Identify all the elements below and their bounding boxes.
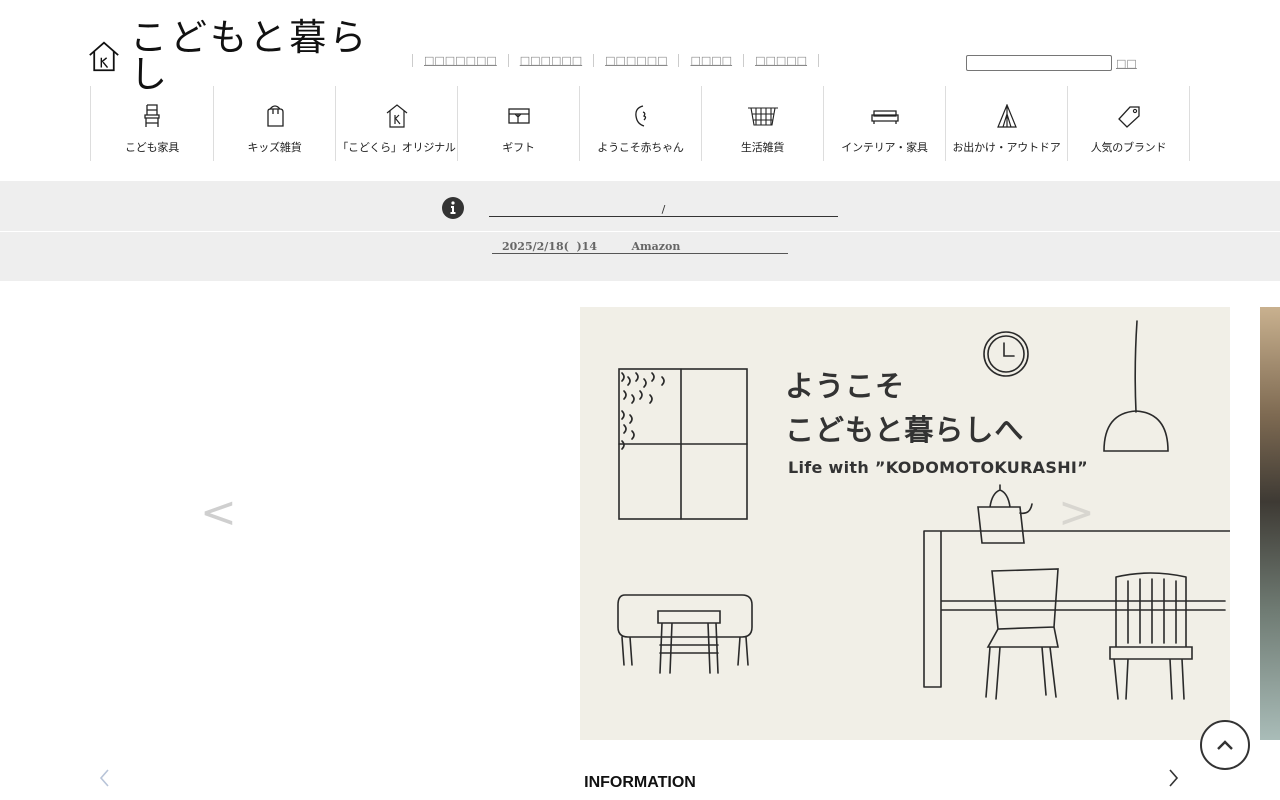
category-label: 人気のブランド [1090, 141, 1167, 154]
category-outdoor[interactable]: お出かけ・アウトドア [946, 86, 1068, 161]
hero-heading: こどもと暮らしへ [785, 413, 1025, 447]
category-kids-goods[interactable]: キッズ雑貨 [214, 86, 336, 161]
hero-heading: ようこそ [785, 369, 906, 403]
search-form: □□ [966, 55, 1137, 71]
chevron-up-icon [1217, 740, 1233, 750]
house-logo-icon [89, 41, 119, 72]
category-label: キッズ雑貨 [247, 141, 302, 154]
slider-next-arrow[interactable]: > [1058, 491, 1095, 535]
category-original[interactable]: 「こどくら」オリジナル [336, 86, 458, 161]
info-icon [442, 197, 464, 219]
category-label: お出かけ・アウトドア [952, 141, 1061, 154]
header-link[interactable]: □□□□□□ [593, 54, 678, 67]
tag-icon [1117, 106, 1140, 128]
category-nav: こども家具 キッズ雑貨 「こどくら」オリジナル ギフト ようこそ赤ちゃん 生活雑… [90, 86, 1190, 161]
notice-link[interactable]: / [489, 203, 838, 217]
header-link[interactable]: □□□□□ [743, 54, 818, 67]
category-label: ようこそ赤ちゃん [597, 141, 684, 154]
notice-bar: / 2025/2/18( )14 Amazon [0, 181, 1280, 281]
hero-subtitle: Life with ”KODOMOTOKURASHI” [788, 458, 1088, 477]
category-label: ギフト [502, 141, 535, 154]
category-label: こども家具 [125, 141, 179, 154]
search-button[interactable]: □□ [1116, 57, 1137, 70]
logo-text: こどもと暮らし [129, 16, 370, 96]
notice-link-amazon[interactable]: 2025/2/18( )14 Amazon [492, 240, 788, 254]
header-links: □□□□□□□ □□□□□□ □□□□□□ □□□□ □□□□□ [412, 54, 820, 67]
chair-icon [144, 104, 160, 127]
next-slide-preview[interactable] [1260, 307, 1280, 740]
sofa-icon [870, 110, 899, 124]
backpack-icon [266, 105, 284, 127]
category-label: 生活雑貨 [740, 141, 785, 154]
category-brands[interactable]: 人気のブランド [1068, 86, 1190, 161]
gift-icon [507, 108, 530, 124]
information-title: INFORMATION [584, 774, 696, 791]
category-kids-furniture[interactable]: こども家具 [91, 86, 214, 161]
category-label: 「こどくら」オリジナル [337, 141, 456, 154]
hero-slide[interactable]: ようこそ こどもと暮らしへ Life with ”KODOMOTOKURASHI… [580, 307, 1230, 740]
slider-prev-arrow[interactable]: < [200, 491, 237, 535]
header-link[interactable]: □□□□□□□ [412, 54, 508, 67]
header-link[interactable]: □□□□ [678, 54, 743, 67]
scroll-top-button[interactable] [1200, 720, 1250, 770]
info-next-arrow[interactable] [1168, 768, 1180, 788]
header-link[interactable]: □□□□□□ [507, 54, 593, 67]
category-label: インテリア・家具 [841, 141, 928, 154]
category-gift[interactable]: ギフト [458, 86, 580, 161]
category-baby[interactable]: ようこそ赤ちゃん [580, 86, 702, 161]
category-interior[interactable]: インテリア・家具 [824, 86, 946, 161]
divider [818, 54, 820, 67]
house-logo-icon [386, 104, 407, 128]
tent-icon [996, 104, 1017, 128]
search-input[interactable] [966, 55, 1112, 71]
baby-icon [634, 105, 646, 127]
site-logo[interactable]: こどもと暮らし [88, 19, 378, 93]
category-daily-goods[interactable]: 生活雑貨 [702, 86, 824, 161]
basket-icon [747, 107, 778, 126]
